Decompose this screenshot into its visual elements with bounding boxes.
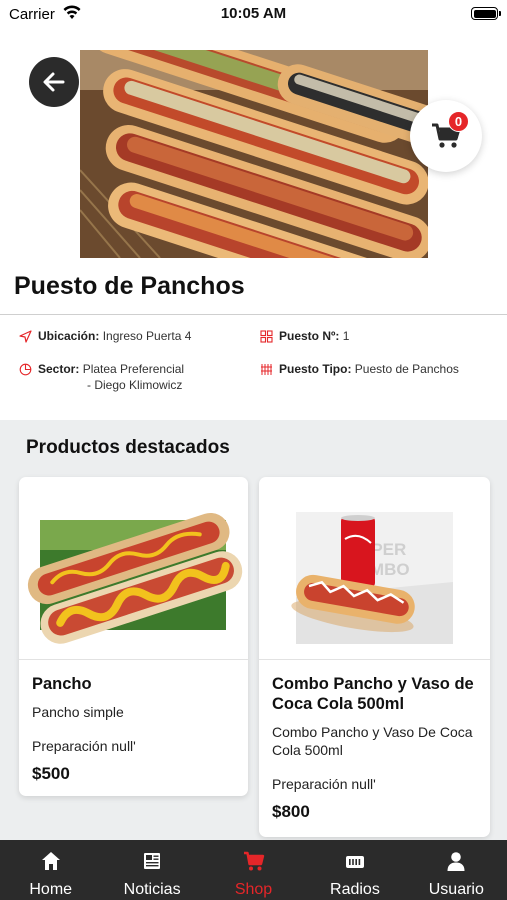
- tab-label: Radios: [330, 881, 380, 898]
- divider: [0, 314, 507, 315]
- tab-home[interactable]: Home: [0, 840, 101, 900]
- product-name: Combo Pancho y Vaso de Coca Cola 500ml: [272, 675, 474, 713]
- puesto-label: Puesto Nº:: [279, 329, 340, 343]
- home-icon: [41, 852, 60, 870]
- tipo-value: Puesto de Panchos: [354, 362, 459, 376]
- radio-icon: [345, 856, 364, 868]
- bottom-tab-bar: Home Noticias Shop Radios Usuario: [0, 840, 507, 900]
- battery-icon: [471, 7, 501, 20]
- info-sector: Sector: Platea Preferencial - Diego Klim…: [19, 361, 184, 393]
- tipo-label: Puesto Tipo:: [279, 362, 352, 376]
- tab-usuario[interactable]: Usuario: [406, 840, 507, 900]
- store-icon: [261, 364, 272, 375]
- grid-icon: [260, 330, 273, 343]
- tab-noticias[interactable]: Noticias: [101, 840, 202, 900]
- sector-value-1: Platea Preferencial: [82, 362, 185, 376]
- tab-label: Noticias: [123, 881, 181, 898]
- product-card-pancho[interactable]: Pancho Pancho simple Preparación null' $…: [19, 477, 248, 796]
- store-title: Puesto de Panchos: [14, 272, 245, 300]
- user-icon: [447, 852, 465, 871]
- store-hero-image: [80, 50, 428, 258]
- clock: 10:05 AM: [220, 5, 287, 22]
- back-button[interactable]: [29, 57, 79, 107]
- ubicacion-value: Ingreso Puerta 4: [102, 329, 192, 343]
- cart-count-badge: 0: [448, 111, 469, 132]
- sector-value-2: - Diego Klimowicz: [87, 378, 183, 392]
- product-image: [19, 477, 248, 660]
- product-name: Pancho: [32, 675, 92, 693]
- info-ubicacion: Ubicación: Ingreso Puerta 4: [19, 328, 191, 344]
- product-prep: Preparación null': [32, 738, 136, 754]
- product-description: Combo Pancho y Vaso De Coca Cola 500ml: [272, 724, 473, 758]
- tab-radios[interactable]: Radios: [304, 840, 405, 900]
- cart-button[interactable]: [410, 100, 482, 172]
- cart-icon: [243, 851, 264, 871]
- product-price: $800: [272, 802, 310, 821]
- product-card-combo[interactable]: SUPER COMBO Combo Pancho y Vaso de Coca …: [259, 477, 490, 837]
- tab-shop[interactable]: Shop: [203, 840, 304, 900]
- sector-label: Sector:: [38, 362, 80, 376]
- product-image: SUPER COMBO: [259, 477, 490, 660]
- arrow-left-icon: [43, 72, 65, 92]
- ubicacion-label: Ubicación:: [38, 329, 100, 343]
- info-puesto: Puesto Nº: 1: [260, 328, 349, 344]
- product-prep: Preparación null': [272, 776, 376, 792]
- status-bar: Carrier 10:05 AM: [0, 0, 507, 30]
- tab-label: Home: [29, 881, 73, 898]
- tab-label: Usuario: [428, 881, 484, 898]
- featured-title: Productos destacados: [26, 437, 230, 458]
- location-arrow-icon: [19, 330, 32, 343]
- tab-label: Shop: [234, 881, 273, 898]
- puesto-value: 1: [342, 329, 350, 343]
- info-tipo: Puesto Tipo: Puesto de Panchos: [260, 361, 459, 377]
- newspaper-icon: [144, 853, 161, 869]
- pie-chart-icon: [19, 363, 32, 376]
- featured-section: Productos destacados Pancho Pancho simpl…: [0, 420, 507, 840]
- product-price: $500: [32, 764, 70, 783]
- product-description: Pancho simple: [32, 704, 124, 720]
